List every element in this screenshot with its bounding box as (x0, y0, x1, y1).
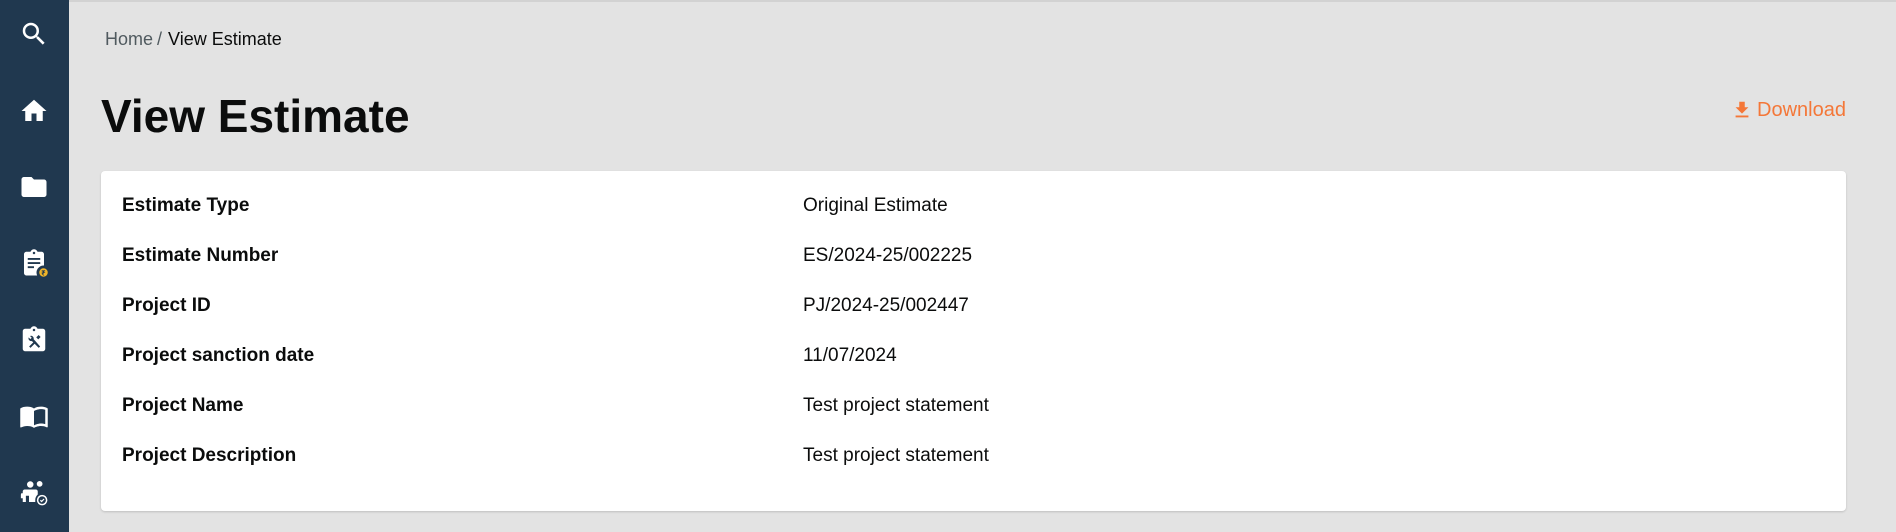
breadcrumb-separator: / (157, 29, 163, 49)
home-icon[interactable] (14, 91, 54, 131)
detail-row-estimate-type: Estimate Type Original Estimate (101, 191, 1846, 221)
detail-label: Project ID (122, 295, 211, 316)
book-icon[interactable] (14, 396, 54, 436)
clipboard-rupee-icon[interactable] (14, 243, 54, 283)
detail-row-project-sanction-date: Project sanction date 11/07/2024 (101, 341, 1846, 371)
detail-label: Project sanction date (122, 345, 315, 366)
detail-value: Original Estimate (803, 195, 948, 216)
detail-value: Test project statement (803, 445, 989, 466)
sidebar (0, 0, 69, 532)
detail-value: Test project statement (803, 395, 989, 416)
detail-row-estimate-number: Estimate Number ES/2024-25/002225 (101, 241, 1846, 271)
detail-label: Estimate Type (122, 195, 250, 216)
page-title: View Estimate (101, 90, 410, 142)
detail-row-project-name: Project Name Test project statement (101, 391, 1846, 421)
detail-label: Project Name (122, 395, 244, 416)
breadcrumb-home-link[interactable]: Home (105, 29, 153, 49)
header-divider (69, 0, 1896, 2)
download-label: Download (1757, 99, 1846, 121)
detail-row-project-description: Project Description Test project stateme… (101, 441, 1846, 471)
search-icon[interactable] (14, 14, 54, 54)
detail-value: ES/2024-25/002225 (803, 245, 973, 266)
estimate-details-card: Estimate Type Original Estimate Estimate… (101, 171, 1846, 511)
detail-row-project-id: Project ID PJ/2024-25/002447 (101, 291, 1846, 321)
download-button[interactable]: Download (1731, 98, 1846, 122)
clipboard-tools-icon[interactable] (14, 320, 54, 360)
download-icon (1735, 101, 1749, 118)
detail-label: Project Description (122, 445, 297, 466)
breadcrumb-current: View Estimate (168, 29, 282, 49)
detail-label: Estimate Number (122, 245, 279, 266)
folder-icon[interactable] (14, 167, 54, 207)
people-settings-icon[interactable] (14, 472, 54, 512)
detail-value: PJ/2024-25/002447 (803, 295, 969, 316)
breadcrumb: Home / View Estimate (105, 28, 282, 50)
detail-value: 11/07/2024 (803, 345, 897, 366)
